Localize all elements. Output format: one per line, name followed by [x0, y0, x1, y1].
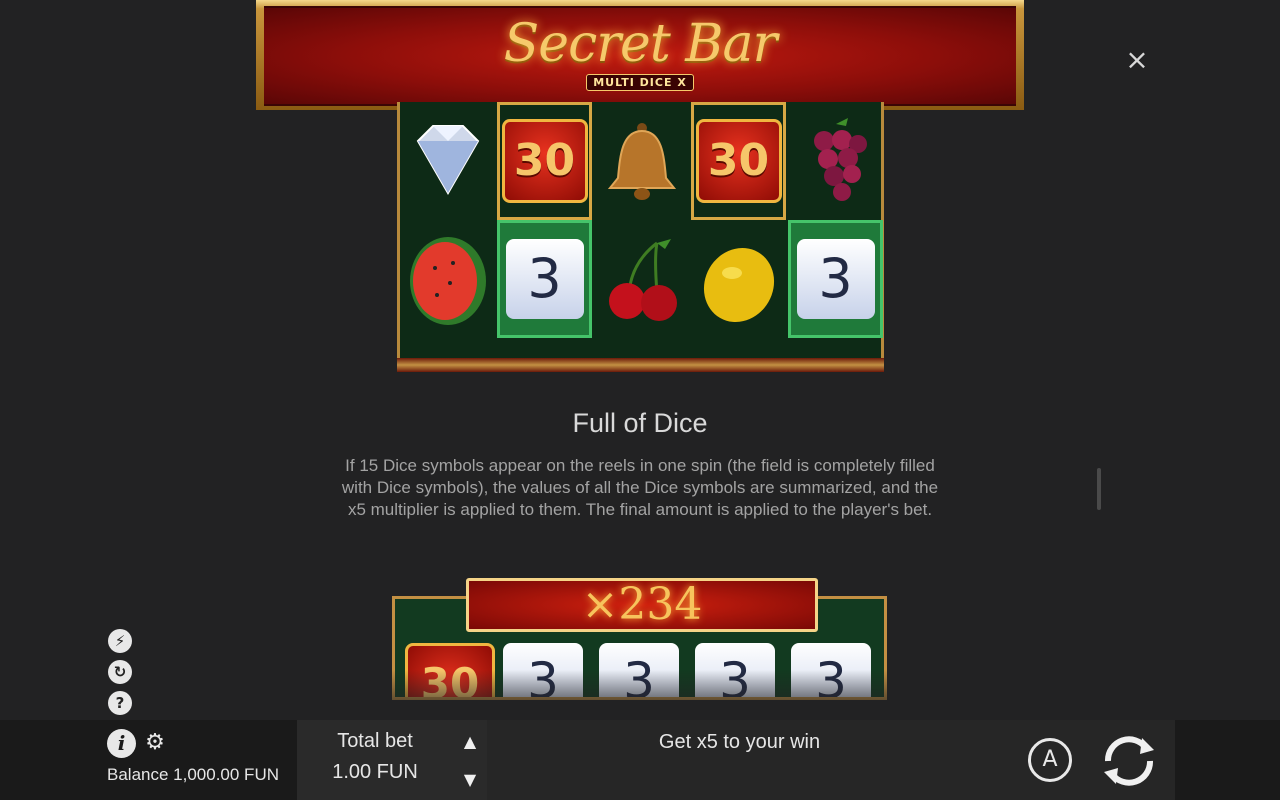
watermelon-icon: [409, 237, 486, 325]
tile-30: 30: [695, 119, 782, 203]
diamond-icon: [416, 125, 479, 196]
multiplier-banner: ×234: [466, 578, 818, 632]
reel-cell-die-3-2: 3: [788, 220, 883, 338]
game-logo-banner: Secret Bar MULTI DICE X: [256, 0, 1024, 110]
info-icon[interactable]: i: [107, 729, 136, 758]
diamond-symbol: [400, 102, 495, 220]
scrollbar-thumb[interactable]: [1097, 468, 1101, 510]
cherries-icon: [608, 239, 677, 321]
gear-icon[interactable]: ⚙: [144, 732, 166, 754]
autoplay-button[interactable]: A: [1028, 738, 1072, 782]
bell-icon: [607, 123, 676, 200]
reel-cell-30-2: 30: [691, 102, 786, 220]
reel-grid-illustration: 30 30 3 3: [397, 102, 884, 372]
reel-cell-die-3: 3: [497, 220, 592, 338]
cherries-symbol: [594, 222, 689, 340]
spin-button[interactable]: [1096, 728, 1162, 794]
grapes-icon: [813, 118, 867, 201]
history-icon[interactable]: ↻: [108, 660, 132, 684]
close-button[interactable]: ×: [1124, 46, 1150, 74]
reel-cell-30: 30: [497, 102, 592, 220]
die-tile-3: 3: [505, 239, 584, 319]
lemon-icon: [703, 247, 774, 323]
bell-symbol: [594, 102, 689, 220]
win-message: Get x5 to your win: [658, 731, 821, 753]
logo-title: Secret Bar: [503, 14, 778, 74]
help-icon[interactable]: ?: [108, 691, 132, 715]
scroll-fade: [380, 670, 900, 720]
total-bet-value: 1.00 FUN: [332, 761, 418, 783]
reel-frame-bottom: [397, 358, 884, 372]
watermelon-symbol: [400, 222, 495, 340]
lemon-symbol: [691, 222, 786, 340]
rules-section-title: Full of Dice: [572, 408, 708, 438]
logo-panel: Secret Bar MULTI DICE X: [264, 6, 1016, 106]
logo-subtitle: MULTI DICE X: [264, 74, 1016, 91]
die-tile-3: 3: [796, 239, 875, 319]
turbo-icon[interactable]: ⚡: [108, 629, 132, 653]
bet-decrease-button[interactable]: ▼: [458, 769, 482, 791]
spin-icon: [1104, 736, 1154, 786]
bet-increase-button[interactable]: ▲: [458, 731, 482, 753]
grapes-symbol: [788, 102, 883, 220]
total-bet-label: Total bet: [337, 730, 413, 752]
rules-section-body: If 15 Dice symbols appear on the reels i…: [341, 456, 939, 519]
balance-display: Balance 1,000.00 FUN: [107, 765, 279, 784]
tile-30: 30: [501, 119, 588, 203]
